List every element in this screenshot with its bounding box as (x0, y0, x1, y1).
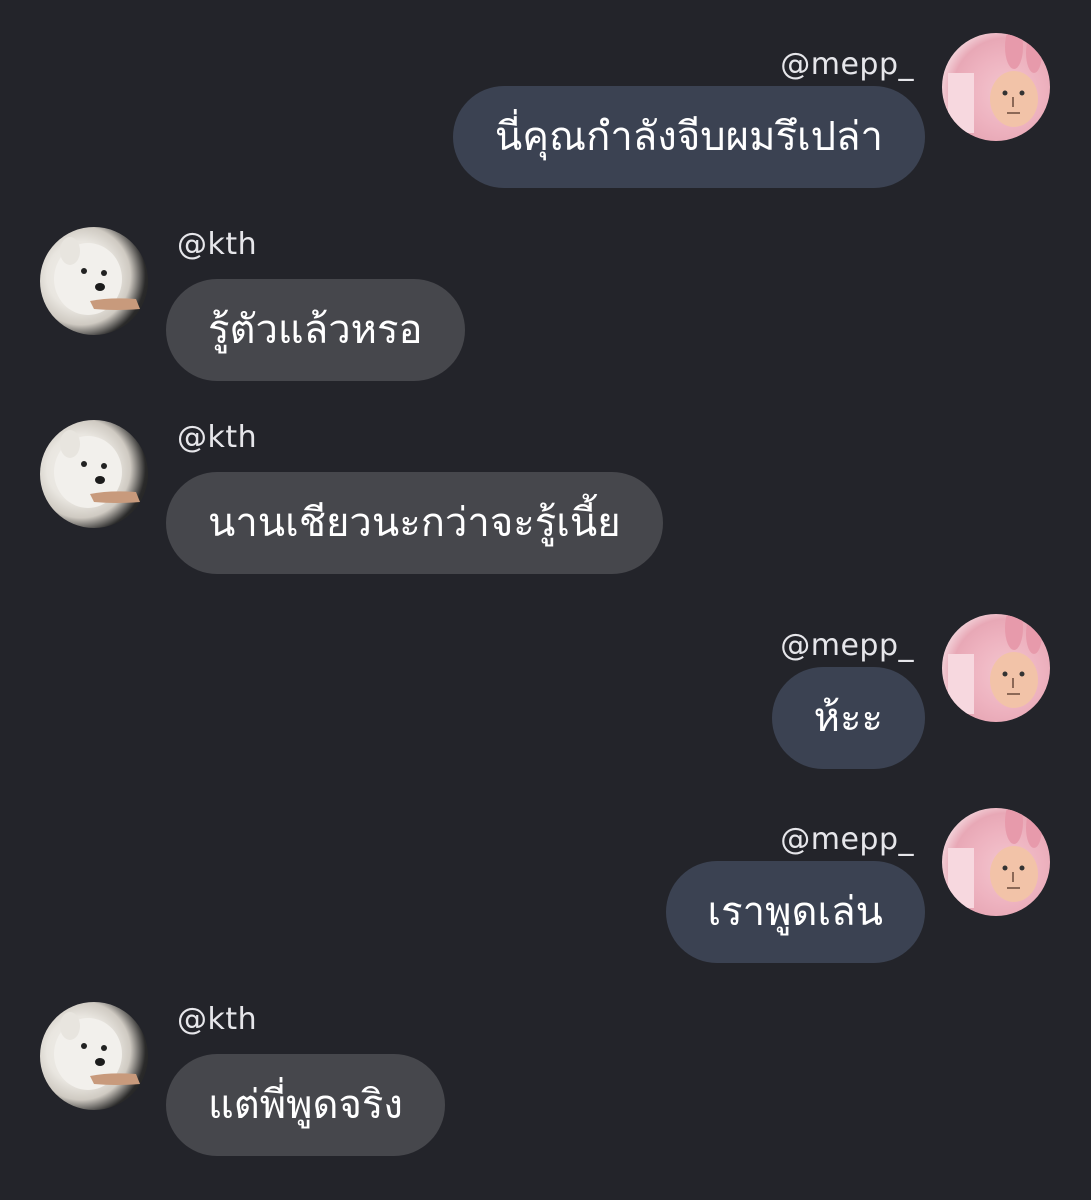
message-bubble[interactable]: เราพูดเล่น (665, 861, 925, 963)
message-bubble[interactable]: แต่พี่พูดจริง (166, 1054, 445, 1156)
chat-message: @mepp_ นี่คุณกำลังจีบผมรึเปล่า (0, 33, 1091, 193)
chat-message: @kth รู้ตัวแล้วหรอ (0, 227, 1091, 387)
bunny-avatar[interactable] (942, 33, 1050, 141)
message-bubble[interactable]: ห้ะะ (771, 667, 925, 769)
message-username: @kth (177, 227, 258, 262)
message-username: @mepp_ (780, 47, 914, 82)
message-username: @kth (177, 1002, 258, 1037)
message-bubble[interactable]: นานเชียวนะกว่าจะรู้เนี้ย (166, 472, 663, 574)
chat-message: @mepp_ ห้ะะ (0, 614, 1091, 774)
message-bubble[interactable]: รู้ตัวแล้วหรอ (166, 279, 465, 381)
chat-message: @kth แต่พี่พูดจริง (0, 1002, 1091, 1162)
bunny-avatar[interactable] (942, 614, 1050, 722)
chat-message: @mepp_ เราพูดเล่น (0, 808, 1091, 968)
dog-avatar[interactable] (40, 420, 148, 528)
bunny-avatar[interactable] (942, 808, 1050, 916)
message-bubble[interactable]: นี่คุณกำลังจีบผมรึเปล่า (452, 86, 925, 188)
message-username: @kth (177, 420, 258, 455)
chat-message: @kth นานเชียวนะกว่าจะรู้เนี้ย (0, 420, 1091, 580)
message-username: @mepp_ (780, 822, 914, 857)
dog-avatar[interactable] (40, 227, 148, 335)
dog-avatar[interactable] (40, 1002, 148, 1110)
message-username: @mepp_ (780, 628, 914, 663)
